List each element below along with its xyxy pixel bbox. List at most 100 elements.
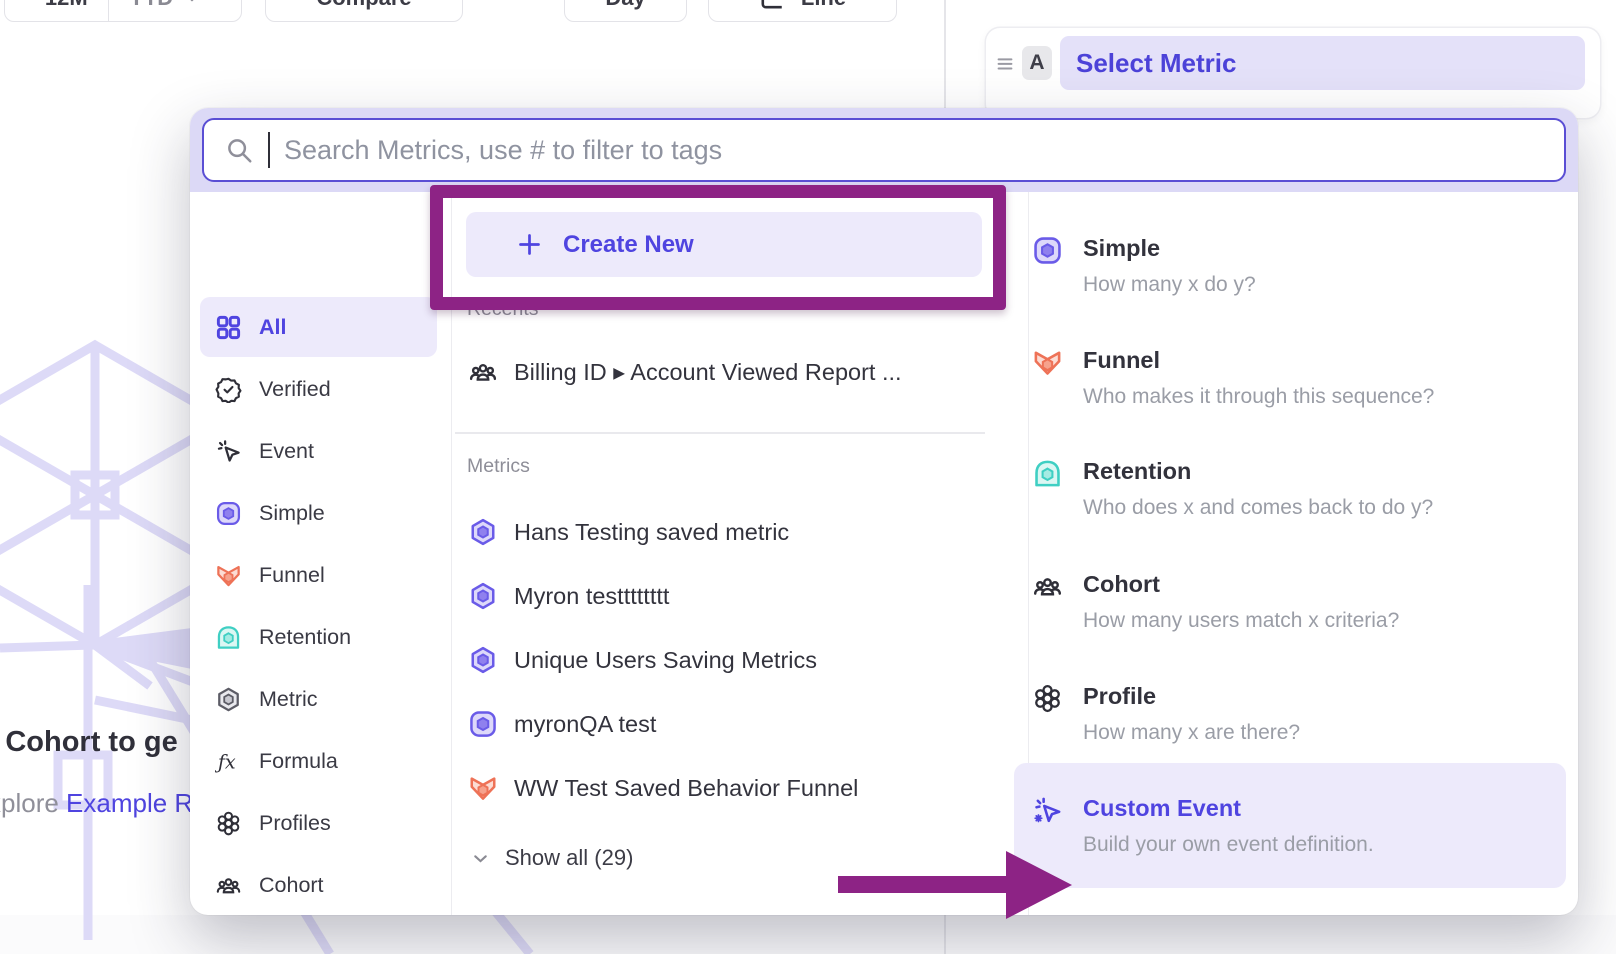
formula-fx-icon: ƒx <box>215 748 242 775</box>
sidebar-item-label: Event <box>259 439 314 464</box>
metric-slot-card: A Select Metric <box>986 28 1600 118</box>
metric-list-item[interactable]: WW Test Saved Behavior Funnel <box>468 766 858 810</box>
metric-list-item[interactable]: Hans Testing saved metric <box>468 510 789 554</box>
profiles-cluster-icon <box>215 810 242 837</box>
cohort-people-icon <box>468 357 498 387</box>
type-description: How many x are there? <box>1083 721 1562 745</box>
sidebar-item-label: Funnel <box>259 563 325 588</box>
type-description: How many users match x criteria? <box>1083 609 1562 633</box>
metric-list-item[interactable]: Unique Users Saving Metrics <box>468 638 817 682</box>
sidebar-item-label: Cohort <box>259 873 324 898</box>
drag-handle-icon[interactable] <box>994 52 1016 74</box>
category-sidebar: All Verified Event Simple Funnel Retenti <box>190 192 452 915</box>
type-title: Profile <box>1083 683 1562 710</box>
annotation-highlight-box <box>430 185 1006 310</box>
chevron-down-icon <box>183 0 201 7</box>
type-title: Cohort <box>1083 571 1562 598</box>
event-cursor-icon <box>215 438 242 465</box>
show-all-toggle[interactable]: Show all (29) <box>470 840 633 876</box>
example-reports-link[interactable]: Example Re <box>66 788 190 818</box>
sidebar-item-label: Metric <box>259 687 318 712</box>
metric-item-label: Unique Users Saving Metrics <box>514 647 817 674</box>
sidebar-item-label: Simple <box>259 501 325 526</box>
empty-state-subtext: xplore Example Re <box>0 788 190 819</box>
metric-slot-badge: A <box>1022 46 1052 80</box>
sidebar-item-cohort[interactable]: Cohort <box>215 863 324 907</box>
recent-item[interactable]: Billing ID ▸ Account Viewed Report ... <box>468 350 902 394</box>
sidebar-item-funnel[interactable]: Funnel <box>215 553 325 597</box>
annotation-arrow <box>830 845 1080 925</box>
list-divider <box>455 432 985 434</box>
modal-header: Search Metrics, use # to filter to tags <box>190 108 1578 192</box>
sidebar-item-label: Verified <box>259 377 331 402</box>
funnel-icon <box>468 773 498 803</box>
metrics-heading: Metrics <box>467 455 530 478</box>
sidebar-item-label: All <box>259 315 286 340</box>
hexagon-purple-icon <box>468 517 498 547</box>
custom-event-cursor-icon <box>1032 795 1063 826</box>
sidebar-item-simple[interactable]: Simple <box>215 491 325 535</box>
type-custom-event[interactable]: Custom Event Build your own event defini… <box>1032 795 1562 857</box>
search-icon <box>224 135 254 165</box>
hexagon-icon <box>215 686 242 713</box>
text-caret <box>268 132 270 168</box>
sidebar-item-all[interactable]: All <box>215 305 286 349</box>
profiles-cluster-icon <box>1032 683 1063 714</box>
type-description: How many x do y? <box>1083 273 1562 297</box>
type-title: Retention <box>1083 458 1562 485</box>
sidebar-item-verified[interactable]: Verified <box>215 367 331 411</box>
app-window: r Cohort to ge xplore Example Re 12M YTD… <box>0 0 1616 954</box>
background-text-clip: r Cohort to ge xplore Example Re <box>0 0 190 954</box>
metric-item-label: Hans Testing saved metric <box>514 519 789 546</box>
type-profile[interactable]: Profile How many x are there? <box>1032 683 1562 745</box>
empty-state-headline: r Cohort to ge <box>0 726 178 759</box>
granularity-day-button[interactable]: Day <box>564 0 687 22</box>
verified-seal-icon <box>215 376 242 403</box>
simple-square-icon <box>468 709 498 739</box>
hexagon-purple-icon <box>468 645 498 675</box>
sidebar-item-metric[interactable]: Metric <box>215 677 318 721</box>
metric-item-label: myronQA test <box>514 711 656 738</box>
compare-button[interactable]: Compare <box>265 0 463 22</box>
sidebar-item-profiles[interactable]: Profiles <box>215 801 331 845</box>
simple-square-icon <box>1032 235 1063 266</box>
type-description: Build your own event definition. <box>1083 833 1562 857</box>
hexagon-purple-icon <box>468 581 498 611</box>
type-simple[interactable]: Simple How many x do y? <box>1032 235 1562 297</box>
sidebar-item-formula[interactable]: ƒx Formula <box>215 739 338 783</box>
type-retention[interactable]: Retention Who does x and comes back to d… <box>1032 458 1562 520</box>
type-title: Simple <box>1083 235 1562 262</box>
sidebar-item-retention[interactable]: Retention <box>215 615 351 659</box>
recent-item-label: Billing ID ▸ Account Viewed Report ... <box>514 358 902 386</box>
sidebar-item-label: Formula <box>259 749 338 774</box>
funnel-icon <box>1032 347 1063 378</box>
svg-text:ƒx: ƒx <box>215 750 236 773</box>
type-cohort[interactable]: Cohort How many users match x criteria? <box>1032 571 1562 633</box>
type-title: Custom Event <box>1083 795 1562 822</box>
date-range-group: 12M YTD <box>4 0 242 22</box>
grid-icon <box>215 314 242 341</box>
cohort-people-icon <box>215 872 242 899</box>
search-input[interactable]: Search Metrics, use # to filter to tags <box>202 118 1566 182</box>
type-funnel[interactable]: Funnel Who makes it through this sequenc… <box>1032 347 1562 409</box>
sidebar-item-label: Profiles <box>259 811 331 836</box>
metric-item-label: WW Test Saved Behavior Funnel <box>514 775 858 802</box>
select-metric-pill[interactable]: Select Metric <box>1060 36 1585 90</box>
search-placeholder: Search Metrics, use # to filter to tags <box>284 135 722 166</box>
chevron-down-icon <box>470 848 491 869</box>
type-description: Who does x and comes back to do y? <box>1083 496 1562 520</box>
range-ytd-button[interactable]: YTD <box>109 0 221 21</box>
retention-arch-icon <box>1032 458 1063 489</box>
retention-arch-icon <box>215 624 242 651</box>
chart-type-line-button[interactable]: Line <box>708 0 897 22</box>
range-12m-button[interactable]: 12M <box>25 0 108 21</box>
sidebar-item-event[interactable]: Event <box>215 429 314 473</box>
metric-list-item[interactable]: Myron testttttttt <box>468 574 669 618</box>
funnel-icon <box>215 562 242 589</box>
line-chart-icon <box>759 0 785 11</box>
metric-item-label: Myron testttttttt <box>514 583 669 610</box>
type-description: Who makes it through this sequence? <box>1083 385 1562 409</box>
cohort-people-icon <box>1032 571 1063 602</box>
metric-list-item[interactable]: myronQA test <box>468 702 656 746</box>
simple-square-icon <box>215 500 242 527</box>
